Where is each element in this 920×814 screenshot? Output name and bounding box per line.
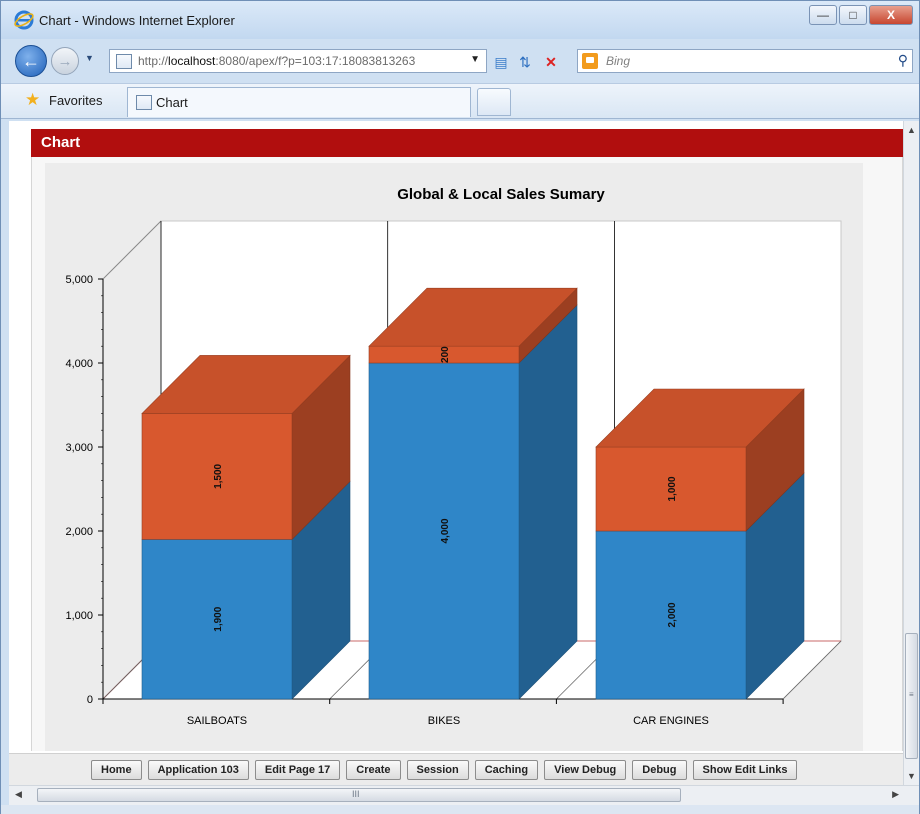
chart-y-tick-label: 3,000 (65, 442, 93, 454)
devbar-button-edit-page-17[interactable]: Edit Page 17 (254, 760, 341, 780)
sales-chart: 0 1,000 2,000 3,000 4,000 5,000 Global & Local… (65, 186, 843, 727)
chart-bar-side (518, 304, 578, 700)
devbar-button-view-debug[interactable]: View Debug (544, 760, 627, 780)
new-tab-button[interactable] (477, 88, 511, 116)
developer-toolbar-buttons: Home Application 103 Edit Page 17 Create Ses… (91, 760, 798, 780)
compatibility-view-icon[interactable]: ▤ (491, 53, 511, 71)
chart-x-tick-label: CAR ENGINES (633, 715, 709, 727)
title-bar: Chart - Windows Internet Explorer — □ X (1, 1, 919, 39)
minimize-button[interactable]: — (809, 5, 837, 25)
address-bar[interactable]: http://localhost:8080/apex/f?p=103:17:18… (109, 49, 487, 73)
chart-data-label: 4,000 (440, 518, 451, 543)
devbar-button-debug[interactable]: Debug (632, 760, 687, 780)
tab-chart[interactable]: Chart (127, 87, 471, 117)
scroll-down-icon[interactable]: ▼ (907, 771, 916, 781)
window-controls: — □ X (809, 5, 913, 25)
scroll-left-icon[interactable]: ◀ (15, 789, 22, 800)
developer-toolbar: Home Application 103 Edit Page 17 Create Ses… (9, 753, 903, 785)
minimize-icon: — (817, 8, 829, 22)
horizontal-scroll-thumb[interactable]: III (37, 788, 681, 802)
vertical-scroll-thumb[interactable]: ≡ (905, 633, 918, 759)
search-icon[interactable]: ⚲ (898, 52, 908, 69)
page-viewport: Chart 0 1,000 2,000 3,000 4,000 5,000 Global &… (9, 121, 903, 785)
chart-data-label: 1,000 (667, 476, 678, 501)
chart-data-label: 200 (440, 346, 451, 363)
chart-x-tick-label: BIKES (428, 715, 460, 727)
maximize-button[interactable]: □ (839, 5, 867, 25)
grip-icon: ≡ (909, 690, 914, 699)
chart-title: Global & Local Sales Sumary (397, 186, 605, 203)
favorites-bar: ★ Favorites Chart (1, 83, 919, 119)
favorites-button[interactable]: Favorites (49, 93, 102, 108)
forward-arrow-icon: → (57, 52, 73, 70)
chart-y-tick-label: 0 (87, 694, 93, 706)
close-button[interactable]: X (869, 5, 913, 25)
chart-data-label: 2,000 (667, 602, 678, 627)
back-arrow-icon: ← (22, 50, 40, 71)
devbar-button-show-edit-links[interactable]: Show Edit Links (692, 760, 798, 780)
chart-side-wall-edge (102, 220, 162, 280)
devbar-button-session[interactable]: Session (406, 760, 469, 780)
devbar-button-create[interactable]: Create (346, 760, 401, 780)
refresh-icon[interactable]: ⇅ (515, 53, 535, 71)
internet-explorer-icon (14, 10, 34, 30)
search-box[interactable]: Bing ⚲ (577, 49, 913, 73)
horizontal-scrollbar[interactable]: ◀ III ▶ (9, 785, 919, 805)
page-icon (136, 95, 152, 110)
window-title: Chart - Windows Internet Explorer (39, 13, 235, 28)
chart-x-tick-label: SAILBOATS (187, 715, 247, 727)
chart-y-tick-label: 5,000 (65, 274, 93, 286)
forward-button[interactable]: → (51, 47, 79, 75)
close-icon: X (886, 8, 895, 22)
grip-icon: III (352, 789, 360, 799)
scroll-right-icon[interactable]: ▶ (892, 789, 899, 800)
chart-y-tick-label: 4,000 (65, 358, 93, 370)
browser-window: Chart - Windows Internet Explorer — □ X … (0, 0, 920, 814)
recent-pages-dropdown[interactable]: ▼ (85, 53, 94, 63)
scroll-up-icon[interactable]: ▲ (907, 125, 916, 135)
back-button[interactable]: ← (15, 45, 47, 77)
address-row: ← → ▼ http://localhost:8080/apex/f?p=103… (1, 41, 919, 81)
search-input[interactable]: Bing (606, 54, 630, 68)
chart-y-tick-label: 2,000 (65, 526, 93, 538)
vertical-scrollbar[interactable]: ▲ ≡ ▼ (903, 121, 919, 785)
devbar-button-application-103[interactable]: Application 103 (147, 760, 249, 780)
bing-icon (582, 53, 598, 69)
status-bar (1, 805, 919, 814)
page-icon (116, 54, 132, 69)
chart-y-tick-label: 1,000 (65, 610, 93, 622)
devbar-button-home[interactable]: Home (91, 760, 142, 780)
chart-data-label: 1,900 (213, 606, 224, 631)
stop-icon[interactable]: ✕ (541, 53, 561, 71)
devbar-button-caching[interactable]: Caching (474, 760, 539, 780)
address-dropdown-icon[interactable]: ▼ (470, 54, 480, 65)
tab-label: Chart (156, 95, 188, 110)
address-url: http://localhost:8080/apex/f?p=103:17:18… (138, 54, 416, 68)
maximize-icon: □ (849, 8, 857, 22)
chart-data-label: 1,500 (213, 463, 224, 488)
favorites-star-icon: ★ (25, 90, 41, 109)
